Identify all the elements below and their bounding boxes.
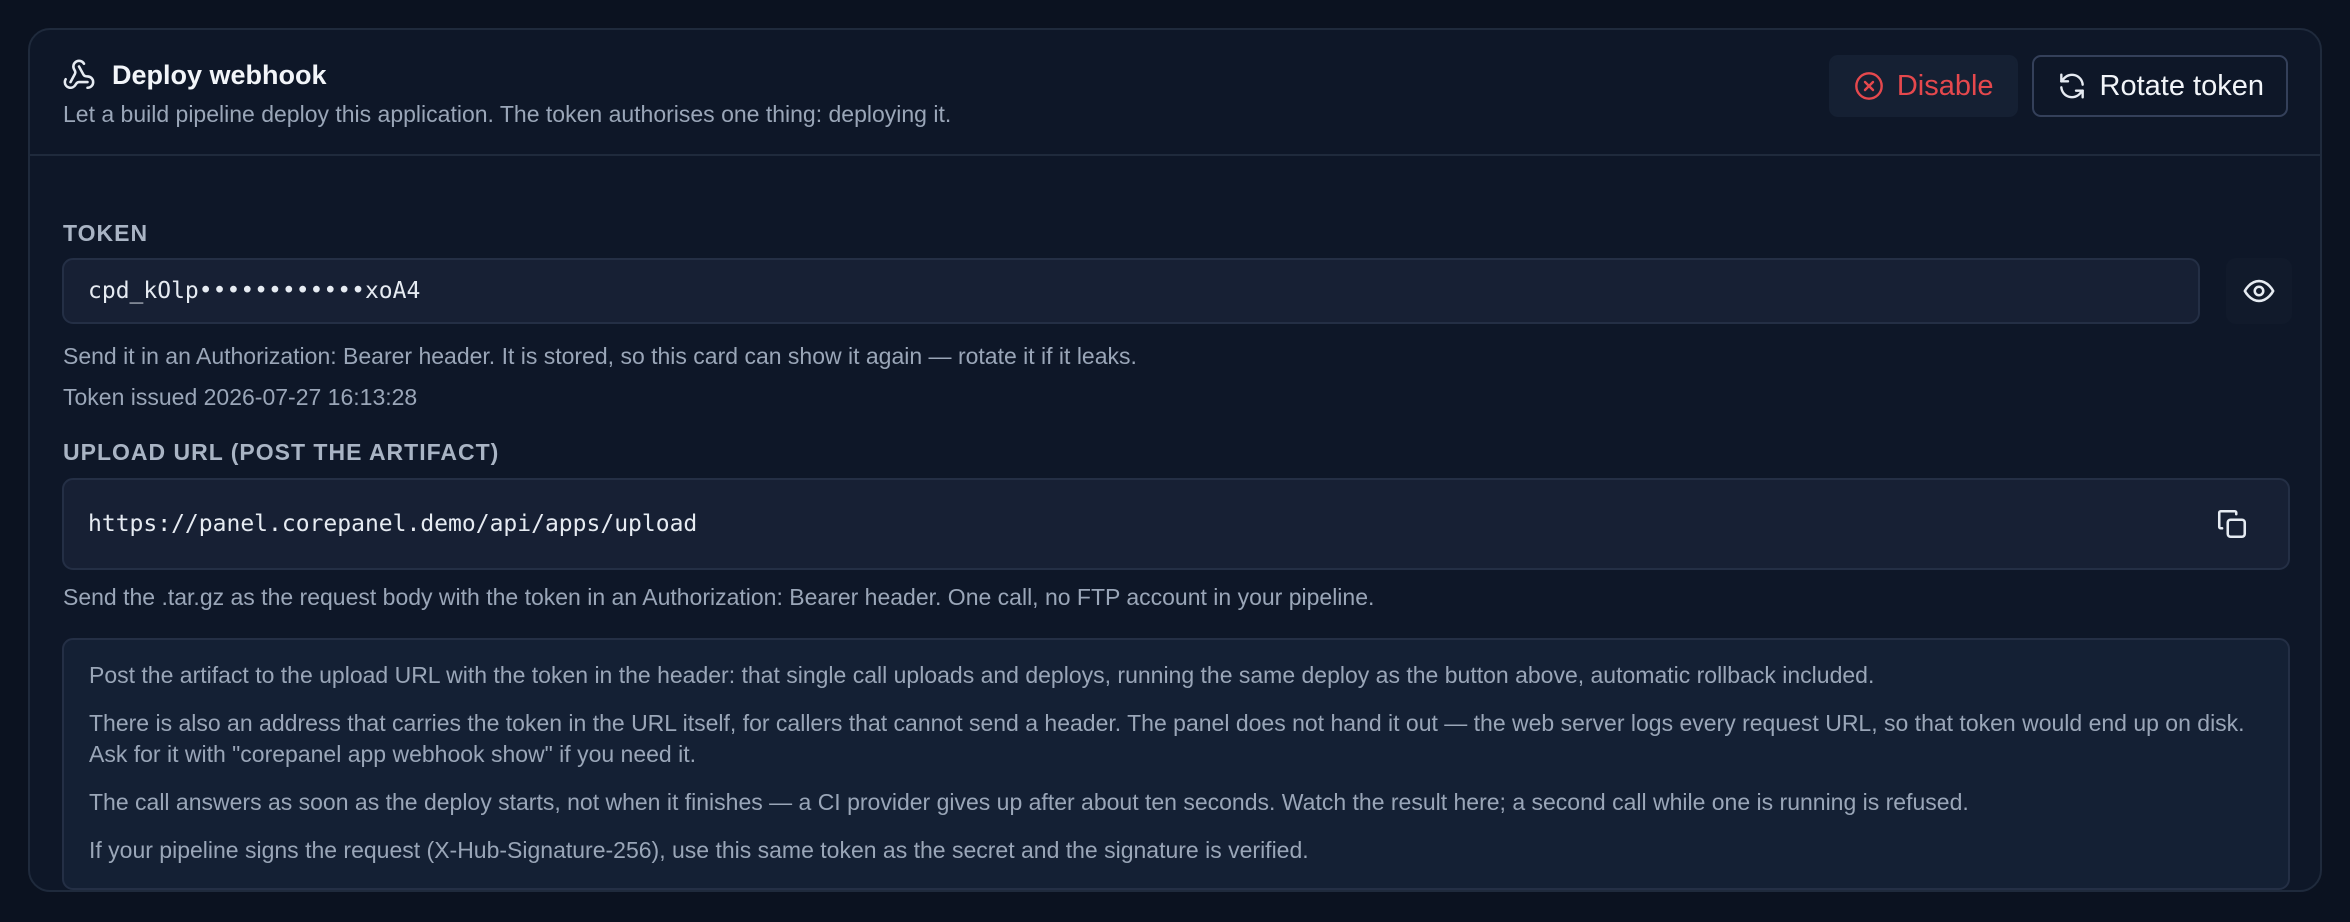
note-paragraph: The call answers as soon as the deploy s…: [89, 789, 1969, 815]
card-header: Deploy webhook Let a build pipeline depl…: [30, 30, 2320, 156]
card-subtitle: Let a build pipeline deploy this applica…: [63, 101, 952, 127]
token-field[interactable]: cpd_kOlp••••••••••••xoA4: [62, 258, 2200, 324]
copy-icon: [2215, 507, 2249, 541]
upload-url-label: UPLOAD URL (POST THE ARTIFACT): [63, 439, 500, 465]
token-hint: Send it in an Authorization: Bearer head…: [63, 343, 1137, 369]
upload-url-value: https://panel.corepanel.demo/api/apps/up…: [88, 511, 698, 537]
x-circle-icon: [1853, 70, 1885, 102]
card-title: Deploy webhook: [112, 59, 327, 90]
note-paragraph: Post the artifact to the upload URL with…: [89, 662, 1875, 688]
note-paragraph: If your pipeline signs the request (X-Hu…: [89, 837, 1309, 863]
webhook-notes: Post the artifact to the upload URL with…: [62, 638, 2290, 890]
eye-icon: [2242, 274, 2276, 308]
token-label: TOKEN: [63, 220, 149, 246]
rotate-token-button[interactable]: Rotate token: [2031, 55, 2288, 117]
reveal-token-button[interactable]: [2226, 258, 2292, 324]
deploy-webhook-card: Deploy webhook Let a build pipeline depl…: [28, 28, 2322, 892]
token-issued: Token issued 2026-07-27 16:13:28: [63, 384, 418, 410]
upload-hint: Send the .tar.gz as the request body wit…: [63, 584, 1375, 610]
disable-button-label: Disable: [1896, 69, 1994, 102]
title-row: Deploy webhook: [62, 58, 327, 92]
refresh-icon: [2056, 70, 2088, 102]
webhook-icon: [62, 58, 96, 92]
token-value: cpd_kOlp••••••••••••xoA4: [88, 278, 421, 304]
rotate-token-label: Rotate token: [2099, 69, 2264, 102]
copy-url-button[interactable]: [2199, 491, 2265, 557]
note-paragraph: There is also an address that carries th…: [89, 710, 2245, 767]
disable-button[interactable]: Disable: [1828, 55, 2018, 117]
upload-url-field[interactable]: https://panel.corepanel.demo/api/apps/up…: [62, 478, 2290, 570]
header-actions: Disable Rotate token: [1828, 55, 2288, 117]
